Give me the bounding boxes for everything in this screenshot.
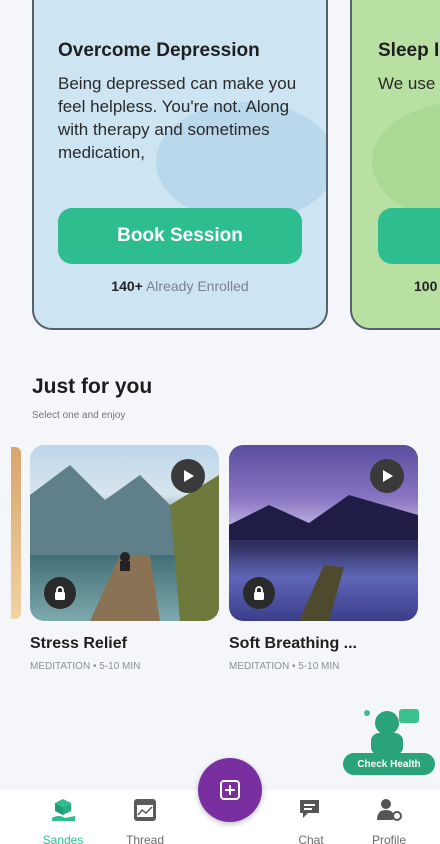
nav-item-thread[interactable]: Thread <box>110 796 180 844</box>
media-title: Soft Breathing ... <box>229 635 357 652</box>
book-session-button[interactable]: E <box>378 208 440 264</box>
profile-icon <box>377 799 402 821</box>
card-description: We use to help beat yo <box>378 74 440 93</box>
enrolled-number: 100 <box>414 278 438 294</box>
play-icon[interactable] <box>370 459 404 493</box>
media-title: Stress Relief <box>30 635 127 652</box>
nav-label: Thread <box>125 833 165 844</box>
chat-icon <box>300 800 319 818</box>
nav-item-profile[interactable]: Profile <box>354 796 424 844</box>
program-carousel[interactable]: Overcome Depression Being depressed can … <box>0 0 440 345</box>
card-title: Overcome Depression <box>58 40 260 61</box>
card-description: Being depressed can make you feel helple… <box>58 74 297 162</box>
check-health-label: Check Health <box>343 753 435 775</box>
program-card-sleep[interactable]: Sleep I We use to help beat yo E 100 <box>350 0 440 330</box>
play-icon[interactable] <box>171 459 205 493</box>
media-card-soft-breathing[interactable] <box>229 445 418 621</box>
enrolled-count: 100 <box>414 278 440 294</box>
thread-icon <box>134 799 156 821</box>
check-health-button[interactable]: Check Health <box>343 703 435 775</box>
program-card-depression[interactable]: Overcome Depression Being depressed can … <box>32 0 328 330</box>
nav-label: Profile <box>371 833 406 844</box>
card-illustration <box>372 102 440 222</box>
media-meta: MEDITATION • 5-10 MIN <box>229 661 340 672</box>
add-button[interactable] <box>198 758 262 822</box>
book-session-button[interactable]: Book Session <box>58 208 302 264</box>
doctor-illustration-icon <box>364 709 419 755</box>
enrolled-number: 140+ <box>111 278 143 294</box>
media-carousel[interactable]: Stress Relief MEDITATION • 5-10 MIN Soft… <box>0 445 440 685</box>
lock-icon <box>44 577 76 609</box>
enrolled-count: 140+ Already Enrolled <box>34 278 326 294</box>
nav-label: Sandes <box>42 833 84 844</box>
nav-item-chat[interactable]: Chat <box>276 796 346 844</box>
lock-icon <box>243 577 275 609</box>
section-subtitle: Select one and enjoy <box>32 410 126 421</box>
hand-cube-icon <box>52 799 75 821</box>
enrolled-label: Already Enrolled <box>145 278 249 294</box>
plus-square-icon <box>220 780 240 800</box>
card-title: Sleep I <box>378 40 440 61</box>
previous-media-peek[interactable] <box>11 447 21 619</box>
nav-item-sandes[interactable]: Sandes <box>28 796 98 844</box>
media-meta: MEDITATION • 5-10 MIN <box>30 661 141 672</box>
media-card-stress-relief[interactable] <box>30 445 219 621</box>
nav-label: Chat <box>298 833 324 844</box>
section-title: Just for you <box>32 375 153 398</box>
